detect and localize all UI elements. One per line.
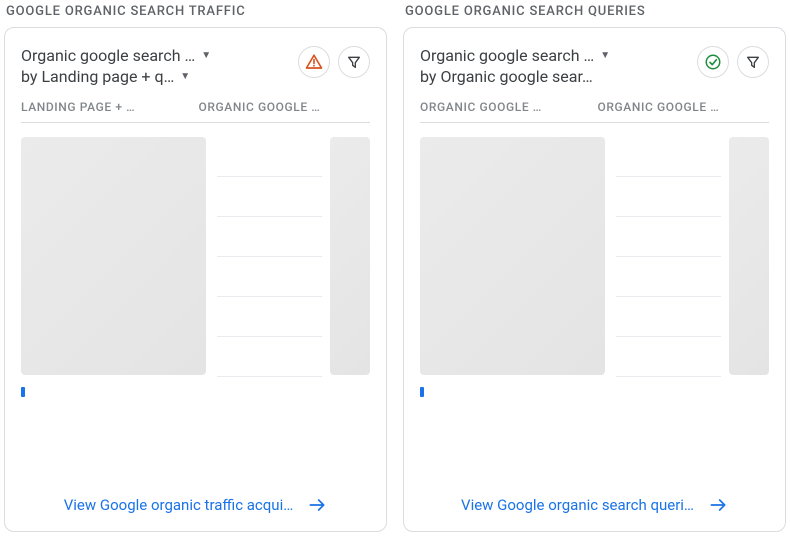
card-header: Organic google search … ▼ by Organic goo…: [420, 46, 769, 86]
table-row: [217, 177, 322, 217]
table-row: [217, 297, 322, 337]
row-lines: [217, 137, 322, 377]
dimension-label: by Landing page + q…: [21, 67, 174, 86]
chevron-down-icon: ▼: [201, 50, 211, 61]
panel-traffic: GOOGLE ORGANIC SEARCH TRAFFIC Organic go…: [4, 4, 387, 532]
bar-mark: [21, 387, 25, 397]
column-headers: LANDING PAGE + … ORGANIC GOOGLE …: [21, 100, 370, 123]
view-report-link[interactable]: View Google organic traffic acqui…: [21, 485, 370, 515]
table-row: [217, 137, 322, 177]
arrow-right-icon: [708, 495, 728, 515]
loading-placeholder: [21, 137, 206, 375]
filter-button[interactable]: [338, 46, 370, 78]
table-row: [616, 257, 721, 297]
table-body: [420, 137, 769, 485]
loading-placeholder: [729, 137, 769, 375]
card-header-text: Organic google search … ▼ by Organic goo…: [420, 46, 693, 86]
metric-label: Organic google search …: [420, 46, 594, 65]
filter-icon: [745, 54, 761, 70]
header-icons: [298, 46, 370, 78]
arrow-right-icon: [307, 495, 327, 515]
metric-label: Organic google search …: [21, 46, 195, 65]
column-header-1[interactable]: LANDING PAGE + …: [21, 100, 193, 114]
dimension-selector[interactable]: by Landing page + q… ▼: [21, 67, 294, 86]
filter-icon: [346, 54, 362, 70]
metric-selector[interactable]: Organic google search … ▼: [21, 46, 294, 65]
table-body: [21, 137, 370, 485]
column-header-2[interactable]: ORGANIC GOOGLE …: [199, 100, 371, 114]
status-success-button[interactable]: [697, 46, 729, 78]
warning-triangle-icon: [305, 53, 323, 71]
filter-button[interactable]: [737, 46, 769, 78]
card-header: Organic google search … ▼ by Landing pag…: [21, 46, 370, 86]
check-circle-icon: [704, 53, 722, 71]
view-report-link[interactable]: View Google organic search queri…: [420, 485, 769, 515]
card-header-text: Organic google search … ▼ by Landing pag…: [21, 46, 294, 86]
loading-placeholder: [330, 137, 370, 375]
card-queries: Organic google search … ▼ by Organic goo…: [403, 27, 786, 532]
column-header-1[interactable]: ORGANIC GOOGLE …: [420, 100, 592, 114]
table-row: [616, 217, 721, 257]
status-warning-button[interactable]: [298, 46, 330, 78]
panel-queries: GOOGLE ORGANIC SEARCH QUERIES Organic go…: [403, 4, 786, 532]
loading-placeholder: [420, 137, 605, 375]
table-row: [217, 337, 322, 377]
panel-title: GOOGLE ORGANIC SEARCH QUERIES: [403, 4, 786, 19]
table-row: [616, 137, 721, 177]
column-headers: ORGANIC GOOGLE … ORGANIC GOOGLE …: [420, 100, 769, 123]
bar-mark: [420, 387, 424, 397]
column-header-2[interactable]: ORGANIC GOOGLE …: [598, 100, 770, 114]
table-row: [616, 177, 721, 217]
metric-selector[interactable]: Organic google search … ▼: [420, 46, 693, 65]
panel-title: GOOGLE ORGANIC SEARCH TRAFFIC: [4, 4, 387, 19]
chevron-down-icon: ▼: [600, 50, 610, 61]
table-row: [616, 337, 721, 377]
table-row: [217, 217, 322, 257]
dimension-label: by Organic google sear…: [420, 67, 593, 86]
footer-label: View Google organic traffic acqui…: [64, 496, 294, 514]
dimension-selector[interactable]: by Organic google sear…: [420, 67, 693, 86]
card-traffic: Organic google search … ▼ by Landing pag…: [4, 27, 387, 532]
row-lines: [616, 137, 721, 377]
chevron-down-icon: ▼: [180, 71, 190, 82]
table-row: [616, 297, 721, 337]
footer-label: View Google organic search queri…: [461, 496, 694, 514]
table-row: [217, 257, 322, 297]
header-icons: [697, 46, 769, 78]
